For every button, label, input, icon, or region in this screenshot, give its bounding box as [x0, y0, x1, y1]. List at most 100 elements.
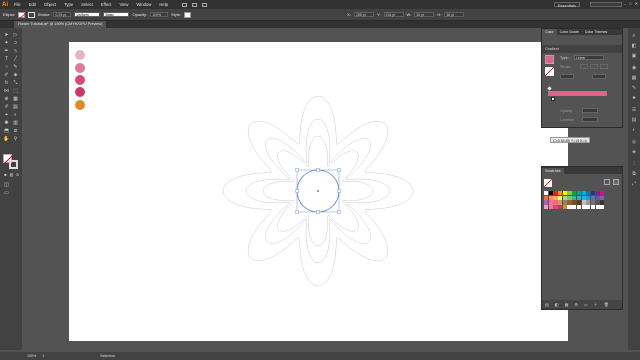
- properties-icon[interactable]: ≡: [631, 34, 637, 39]
- width-field[interactable]: 36 pt: [414, 12, 435, 17]
- fill-swatch[interactable]: [17, 11, 26, 19]
- shaper-tool-icon[interactable]: ✐: [3, 72, 10, 78]
- swatch[interactable]: [562, 200, 567, 205]
- screen-mode-icon[interactable]: ▭: [3, 190, 10, 196]
- swatch[interactable]: [590, 191, 596, 196]
- close-button[interactable]: ✕: [635, 1, 638, 6]
- minimize-button[interactable]: –: [624, 1, 626, 6]
- perspective-grid-icon[interactable]: ▦: [12, 96, 19, 102]
- zoom-tool-icon[interactable]: ⚲: [12, 136, 19, 142]
- rotate-tool-icon[interactable]: ↻: [3, 80, 10, 86]
- height-field[interactable]: 36 pt: [444, 12, 465, 17]
- stroke-weight-field[interactable]: 0.25 pt: [53, 12, 72, 17]
- artboard-navigation[interactable]: 1: [42, 354, 44, 358]
- swatch[interactable]: [553, 195, 558, 200]
- stroke-gradient-option[interactable]: [590, 64, 598, 69]
- menu-select[interactable]: Select: [81, 2, 93, 7]
- swatch[interactable]: [600, 191, 605, 196]
- maximize-button[interactable]: □: [629, 1, 631, 6]
- search-input[interactable]: [590, 2, 622, 7]
- y-field[interactable]: 216 pt: [383, 12, 404, 17]
- zoom-level[interactable]: 150%: [27, 354, 36, 358]
- gradient-slider[interactable]: [548, 91, 607, 96]
- swatch[interactable]: [586, 191, 591, 196]
- selection-tool-icon[interactable]: ➤: [3, 32, 10, 38]
- swatch[interactable]: [590, 195, 596, 200]
- tab-color-themes[interactable]: Color Themes: [582, 29, 611, 35]
- swatches-icon[interactable]: ▦: [631, 76, 637, 81]
- swatch[interactable]: [576, 200, 581, 205]
- swatch[interactable]: [595, 205, 600, 210]
- document-tab[interactable]: Flower Tutorial.ai* @ 150% (CMYK/GPU Pre…: [14, 21, 107, 28]
- resize-handle[interactable]: [295, 210, 299, 214]
- swatch[interactable]: [581, 195, 586, 200]
- stop-location-field[interactable]: [582, 117, 598, 122]
- swatch[interactable]: [586, 205, 591, 210]
- blend-tool-icon[interactable]: ◐: [12, 112, 19, 118]
- align-icon[interactable]: ⫶: [631, 162, 637, 167]
- swatches-fill-indicator[interactable]: [543, 178, 553, 188]
- artboard[interactable]: [69, 42, 568, 341]
- swatch[interactable]: [572, 191, 577, 196]
- appearance-icon[interactable]: ◎: [631, 140, 637, 145]
- menu-file[interactable]: File: [14, 2, 21, 7]
- gradient-tool-icon[interactable]: ▤: [12, 104, 19, 110]
- variable-width-profile[interactable]: Uniform: [74, 12, 101, 17]
- stroke-icon[interactable]: ☰: [631, 108, 637, 113]
- bridge-icon[interactable]: [182, 2, 187, 7]
- graphic-style-swatch[interactable]: [184, 11, 192, 18]
- eyedropper-icon[interactable]: ⌖: [3, 112, 10, 118]
- swatch[interactable]: [581, 200, 586, 205]
- swatch[interactable]: [595, 191, 600, 196]
- resize-handle[interactable]: [337, 168, 341, 172]
- swatch-libraries-icon[interactable]: ▤: [545, 302, 549, 307]
- thumbnail-view-icon[interactable]: [613, 179, 619, 185]
- swatch[interactable]: [562, 191, 567, 196]
- pen-tool-icon[interactable]: ✒: [3, 48, 10, 54]
- gradient-angle-field[interactable]: [560, 74, 574, 79]
- swatch[interactable]: [544, 205, 549, 210]
- add-to-library-icon[interactable]: ◧: [555, 302, 559, 307]
- swatch[interactable]: [558, 205, 563, 210]
- current-tool-status[interactable]: Selection: [100, 354, 115, 358]
- tab-color-guide[interactable]: Color Guide: [557, 29, 582, 35]
- stop-opacity-field[interactable]: [582, 108, 598, 113]
- show-swatch-kinds-icon[interactable]: ▦: [565, 302, 569, 307]
- swatch[interactable]: [558, 200, 563, 205]
- width-tool-icon[interactable]: ⋈: [3, 88, 10, 94]
- menu-type[interactable]: Type: [64, 2, 73, 7]
- resize-handle[interactable]: [295, 189, 299, 193]
- swatch[interactable]: [590, 205, 596, 210]
- swatch[interactable]: [562, 205, 567, 210]
- menu-edit[interactable]: Edit: [29, 2, 36, 7]
- menu-view[interactable]: View: [119, 2, 128, 7]
- menu-window[interactable]: Window: [136, 2, 151, 7]
- swatch[interactable]: [595, 195, 600, 200]
- free-transform-icon[interactable]: ⬚: [12, 88, 19, 94]
- shape-builder-icon[interactable]: ⊕: [3, 96, 10, 102]
- gpu-performance-icon[interactable]: [202, 2, 207, 7]
- graph-tool-icon[interactable]: ▥: [12, 120, 19, 126]
- swatch[interactable]: [586, 195, 591, 200]
- stroke-gradient-option[interactable]: [600, 64, 608, 69]
- swatch[interactable]: [548, 195, 553, 200]
- stroke-gradient-option[interactable]: [580, 64, 588, 69]
- transparency-icon[interactable]: ◐: [631, 128, 637, 133]
- symbols-icon[interactable]: ♣: [631, 96, 637, 101]
- swatch[interactable]: [586, 200, 591, 205]
- graphic-styles-icon[interactable]: ◈: [631, 150, 637, 155]
- resize-handle[interactable]: [295, 168, 299, 172]
- symbol-sprayer-icon[interactable]: ✺: [3, 120, 10, 126]
- new-swatch-icon[interactable]: ＋: [594, 302, 598, 308]
- swatch[interactable]: [548, 191, 553, 196]
- x-field[interactable]: 288 pt: [353, 12, 374, 17]
- gradient-aspect-field[interactable]: [592, 74, 606, 79]
- workspace-switcher[interactable]: Essentials: [553, 2, 580, 8]
- gradient-icon[interactable]: ▤: [631, 118, 637, 123]
- swatch[interactable]: [553, 191, 558, 196]
- draw-mode-icon[interactable]: ◫: [3, 182, 10, 188]
- swatch[interactable]: [567, 205, 572, 210]
- swatch[interactable]: [544, 200, 549, 205]
- swatch[interactable]: [600, 195, 605, 200]
- type-tool-icon[interactable]: T: [3, 56, 10, 62]
